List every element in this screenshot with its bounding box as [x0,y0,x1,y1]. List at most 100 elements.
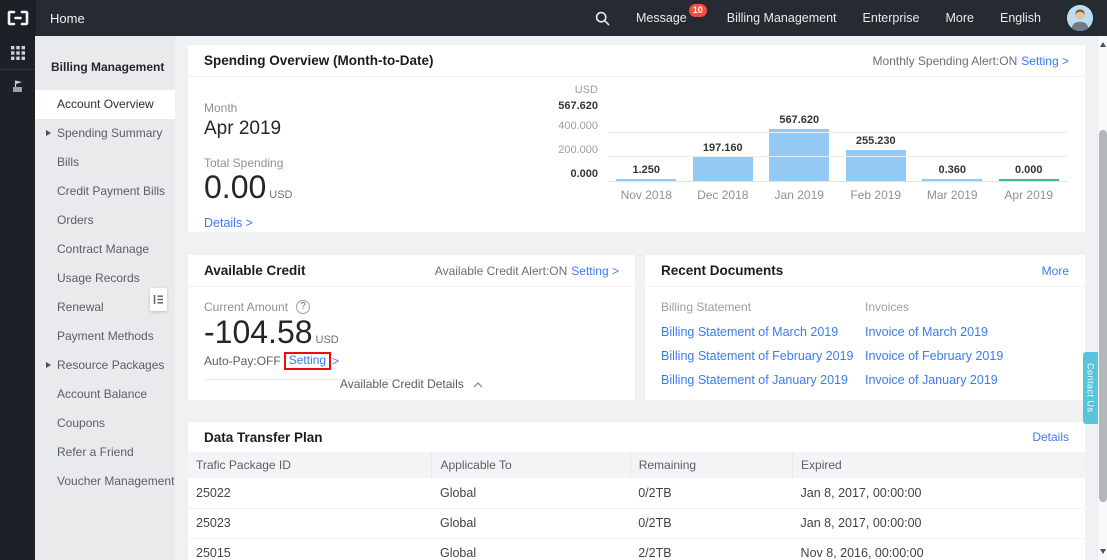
nav-home[interactable]: Home [50,11,85,26]
help-icon[interactable]: ? [296,300,311,314]
recent-documents-body: Billing Statement Billing Statement of M… [645,287,1085,397]
month-value: Apr 2019 [204,118,282,139]
autopay-setting-link[interactable]: Setting [289,353,326,367]
nav-language-english[interactable]: English [1000,11,1041,25]
spending-stats: Month Apr 2019 Total Spending 0.00 USD De… [204,101,293,232]
billing-console-page: Home Message 10 Billing Management Enter… [0,0,1107,560]
user-avatar-icon [1067,5,1093,31]
sidebar-collapse-toggle[interactable] [150,288,167,311]
sidebar-item-credit-payment-bills[interactable]: Credit Payment Bills [35,177,175,206]
billing-shortcut-button[interactable] [0,70,35,103]
sidebar-item-account-balance[interactable]: Account Balance [35,380,175,409]
invoice-link[interactable]: Invoice of January 2019 [865,373,1069,387]
available-credit-header: Available Credit Available Credit Alert:… [188,255,635,287]
data-transfer-details-link[interactable]: Details [1032,430,1069,444]
current-amount-unit: USD [315,334,339,346]
sidebar-item-contract-manage[interactable]: Contract Manage [35,235,175,264]
chart-bar-jan-2019 [769,129,830,181]
nav-billing-management[interactable]: Billing Management [727,11,837,25]
y-tick-label: 567.620 [558,100,598,112]
cell-applicable-to: Global [431,508,631,539]
expand-arrow-icon [46,130,51,136]
app-grid-button[interactable] [0,36,35,69]
monthly-spending-alert-setting-link[interactable]: Setting > [1021,54,1069,68]
cell-remaining: 0/2TB [630,508,793,539]
scrollbar-thumb[interactable] [1099,130,1107,502]
billing-statement-link[interactable]: Billing Statement of March 2019 [661,325,865,339]
table-row: 25023 Global 0/2TB Jan 8, 2017, 00:00:00 [188,508,1085,539]
invoice-link[interactable]: Invoice of February 2019 [865,349,1069,363]
invoices-column: Invoices Invoice of March 2019 Invoice o… [865,300,1069,397]
billing-statement-link[interactable]: Billing Statement of February 2019 [661,349,865,363]
sidebar-title: Billing Management [51,60,165,74]
data-transfer-title: Data Transfer Plan [204,429,323,445]
available-credit-alert: Available Credit Alert:ON Setting > [435,264,619,278]
sidebar-item-payment-methods[interactable]: Payment Methods [35,322,175,351]
available-credit-details-label: Available Credit Details [339,377,464,391]
column-header-applicable-to: Applicable To [431,452,631,478]
chart-bar-slot: 567.620 [761,114,838,181]
billing-statement-link[interactable]: Billing Statement of January 2019 [661,373,865,387]
chart-x-axis: Nov 2018 Dec 2018 Jan 2019 Feb 2019 Mar 2019… [608,181,1067,202]
nav-more[interactable]: More [946,11,974,25]
month-label: Month [204,101,238,115]
cell-remaining: 2/2TB [630,538,793,560]
sidebar-item-bills[interactable]: Bills [35,148,175,177]
gridline [608,156,1067,158]
annotation-highlight-box: Setting [283,352,332,370]
chart-bar-slot: 1.250 [608,114,685,181]
scrollbar-down-arrow-icon[interactable] [1100,549,1106,554]
y-tick-label: 200.000 [558,144,598,157]
total-spending-unit: USD [269,189,293,201]
flag-document-icon [13,80,22,92]
cell-package-id: 25023 [188,508,432,539]
cell-applicable-to: Global [431,478,631,509]
nav-message[interactable]: Message 10 [636,4,707,25]
total-spending-label: Total Spending [204,156,284,170]
recent-documents-more-link[interactable]: More [1042,264,1069,278]
sidebar-item-coupons[interactable]: Coupons [35,409,175,438]
brand-logo-icon [7,10,29,26]
sidebar-item-spending-summary[interactable]: Spending Summary [35,119,175,148]
autopay-status: Auto-Pay:OFF [204,354,281,368]
chart-y-axis: USD 567.620 400.000 200.000 0.000 [538,85,608,182]
spending-bar-chart: USD 567.620 400.000 200.000 0.000 1.250 197.1… [538,85,1067,202]
recent-documents-card: Recent Documents More Billing Statement … [645,255,1085,400]
sidebar-item-orders[interactable]: Orders [35,206,175,235]
scrollbar-up-arrow-icon[interactable] [1100,42,1106,47]
message-count-badge: 10 [688,4,707,17]
cell-package-id: 25015 [188,538,432,560]
sidebar-item-resource-packages[interactable]: Resource Packages [35,351,175,380]
spending-overview-header: Spending Overview (Month-to-Date) Monthl… [188,45,1085,77]
sidebar-item-refer-a-friend[interactable]: Refer a Friend [35,438,175,467]
sidebar-item-account-overview[interactable]: Account Overview [35,90,175,119]
y-axis-unit-label: USD [574,84,598,96]
nav-enterprise[interactable]: Enterprise [863,11,920,25]
sidebar-item-voucher-management[interactable]: Voucher Management [35,467,175,496]
sidebar-item-label: Resource Packages [57,358,165,372]
search-icon [595,11,610,25]
brand-logo[interactable] [0,0,36,36]
available-credit-details-toggle[interactable]: Available Credit Details [188,377,635,391]
contact-us-tab[interactable]: Contact Us [1083,352,1098,424]
data-transfer-plan-card: Data Transfer Plan Details Trafic Packag… [188,422,1085,560]
available-credit-alert-setting-link[interactable]: Setting > [571,264,619,278]
x-tick-label: Feb 2019 [850,188,902,202]
expand-arrow-icon [46,362,51,368]
spending-overview-title: Spending Overview (Month-to-Date) [204,53,434,68]
cell-applicable-to: Global [431,538,631,560]
invoice-link[interactable]: Invoice of March 2019 [865,325,1069,339]
user-avatar[interactable] [1067,5,1093,31]
chevron-up-icon [473,377,483,391]
spending-details-link[interactable]: Details > [204,216,253,230]
search-button[interactable] [595,11,610,26]
topbar-right-group: Message 10 Billing Management Enterprise… [595,4,1093,31]
bar-value-label: 197.160 [702,142,743,154]
console-icon-strip [0,36,35,560]
chart-bar-dec-2018 [692,157,753,181]
monthly-spending-alert: Monthly Spending Alert:ON Setting > [873,54,1069,68]
chart-bar-slot: 197.160 [685,114,762,181]
current-amount-value: -104.58 [204,314,313,350]
autopay-setting-arrow: > [332,354,340,368]
sidebar-item-label: Spending Summary [57,126,163,140]
